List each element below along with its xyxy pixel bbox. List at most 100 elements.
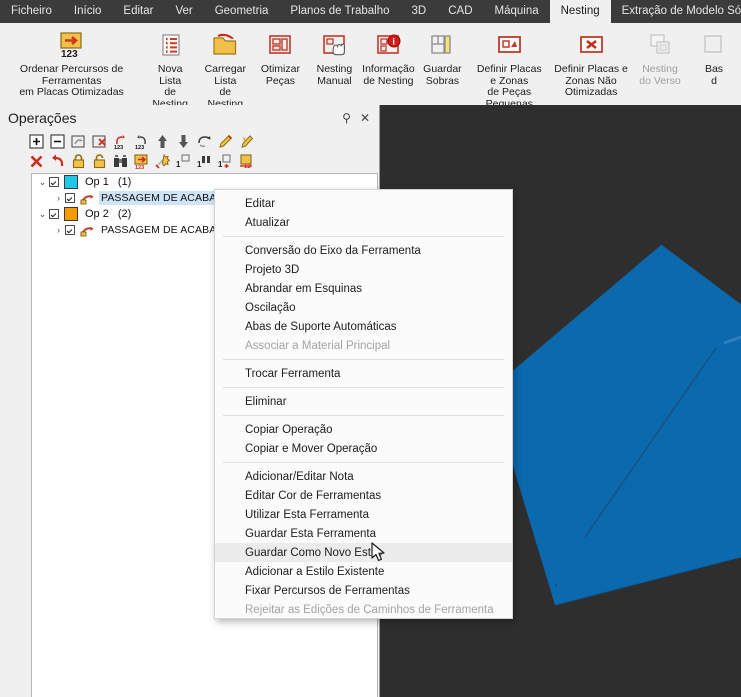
delete-red-x-icon[interactable] [27,152,46,171]
recalculate-icon[interactable] [195,132,214,151]
open-folder-icon [210,28,240,62]
operation-group-name: Op 1 [85,176,109,188]
move-down-icon[interactable] [174,132,193,151]
info-find-icon[interactable]: 1 [195,152,214,171]
renumber-123-icon[interactable]: 123 [132,152,151,171]
ribbon-button-nesting-info[interactable]: i Informação de Nesting [361,23,415,87]
search-binoculars-icon[interactable] [111,152,130,171]
svg-text:1: 1 [176,160,181,169]
svg-text:1: 1 [218,160,223,169]
tab-m-quina[interactable]: Máquina [484,0,550,23]
move-up-icon[interactable] [153,132,172,151]
operation-color-swatch[interactable] [64,175,78,189]
chevron-icon[interactable]: › [52,225,65,235]
info-add-icon[interactable]: 1 [216,152,235,171]
menu-item-adicionar-editar-nota[interactable]: Adicionar/Editar Nota [215,467,512,486]
lock-closed-icon[interactable] [69,152,88,171]
tab-nesting[interactable]: Nesting [549,0,611,23]
menu-separator [223,387,504,388]
menu-item-convers-o-do-eixo-da-ferramenta[interactable]: Conversão do Eixo da Ferramenta [215,241,512,260]
menu-item-editar-cor-de-ferramentas[interactable]: Editar Cor de Ferramentas [215,486,512,505]
svg-text:123: 123 [114,145,123,150]
chevron-icon[interactable]: ⌄ [36,177,49,188]
undo-icon[interactable] [48,152,67,171]
ribbon-button-truncated[interactable]: Bas d [687,23,741,87]
tree-group-row[interactable]: ⌄ Op 1 (1) [32,174,377,190]
mouse-cursor [371,542,387,564]
lock-open-icon[interactable] [90,152,109,171]
menu-item-copiar-e-mover-opera-o[interactable]: Copiar e Mover Operação [215,439,512,458]
tab-3d[interactable]: 3D [401,0,438,23]
operations-toolbar-row-2: 123 1 1 1 12 [24,151,379,171]
chevron-icon[interactable]: ⌄ [36,209,49,220]
svg-text:123: 123 [135,145,144,150]
info-1-icon[interactable]: 1 [174,152,193,171]
svg-text:123: 123 [135,165,144,170]
collapse-all-icon[interactable] [48,132,67,151]
tab-editar[interactable]: Editar [112,0,164,23]
row-checkbox[interactable] [49,177,59,187]
menu-item-utilizar-esta-ferramenta[interactable]: Utilizar Esta Ferramenta [215,505,512,524]
pin-icon[interactable]: ⚲ [342,112,351,124]
reorder-down-123-icon[interactable]: 123 [132,132,151,151]
row-checkbox[interactable] [65,193,75,203]
operations-panel-title: Operações [8,109,77,126]
menu-item-editar[interactable]: Editar [215,194,512,213]
ribbon-button-sort-toolpaths-123[interactable]: 123 Ordenar Percursos de Ferramentas em P… [0,23,143,99]
menu-separator [223,359,504,360]
menu-item-guardar-como-novo-estilo[interactable]: Guardar Como Novo Estilo [215,543,512,562]
tab-extra-o-de-modelo-s-lido[interactable]: Extração de Modelo Sólido [611,0,741,23]
menu-item-fixar-percursos-de-ferramentas[interactable]: Fixar Percursos de Ferramentas [215,581,512,600]
row-checkbox[interactable] [65,225,75,235]
menu-item-adicionar-a-estilo-existente[interactable]: Adicionar a Estilo Existente [215,562,512,581]
menu-item-eliminar[interactable]: Eliminar [215,392,512,411]
menu-separator [223,462,504,463]
ribbon-tab-bar: Ficheiro Início Editar Ver Geometria Planos d… [0,0,741,23]
menu-item-guardar-esta-ferramenta[interactable]: Guardar Esta Ferramenta [215,524,512,543]
tab-cad[interactable]: CAD [437,0,483,23]
svg-text:1: 1 [197,160,202,169]
svg-text:i: i [393,36,396,46]
ribbon-button-back-side-nesting: Nesting do Verso [633,23,687,87]
menu-item-trocar-ferramenta[interactable]: Trocar Ferramenta [215,364,512,383]
tab-geometria[interactable]: Geometria [204,0,280,23]
ribbon-button-save-offcuts[interactable]: Guardar Sobras [415,23,469,87]
ribbon-button-label: Carregar Lista de Nesting [204,63,246,106]
menu-item-copiar-opera-o[interactable]: Copiar Operação [215,420,512,439]
menu-item-projeto-3d[interactable]: Projeto 3D [215,260,512,279]
menu-item-abas-de-suporte-autom-ticas[interactable]: Abas de Suporte Automáticas [215,317,512,336]
tab-ficheiro[interactable]: Ficheiro [0,0,63,23]
ribbon-button-optimize-parts[interactable]: Otimizar Peças [253,23,307,87]
tab-planos-de-trabalho[interactable]: Planos de Trabalho [279,0,400,23]
close-icon[interactable]: ✕ [360,112,370,124]
info-12-icon[interactable]: 12 [237,152,256,171]
simulate-icon[interactable] [153,152,172,171]
ribbon-button-define-non-optimized[interactable]: Definir Placas e Zonas Não Otimizadas [549,23,633,99]
ribbon-button-define-sheets-small-parts[interactable]: Definir Placas e Zonas de Peças Pequenas… [469,23,549,105]
chevron-icon[interactable]: › [52,193,65,203]
render-toolpath-icon[interactable] [69,132,88,151]
ribbon-button-label: Nova Lista de Nesting [152,63,188,106]
ribbon-button-open-folder[interactable]: Carregar Lista de Nesting [197,23,253,106]
operation-context-menu[interactable]: Editar Atualizar Conversão do Eixo da Ferr… [214,189,513,619]
delete-toolpath-icon[interactable] [90,132,109,151]
menu-item-oscila-o[interactable]: Oscilação [215,298,512,317]
ribbon-button-label: Bas d [704,63,724,87]
apply-all-icon[interactable] [237,132,256,151]
sort-toolpaths-123-icon: 123 [57,28,87,62]
toolpath-icon [80,192,95,205]
tab-ver[interactable]: Ver [164,0,203,23]
new-list-icon [155,28,185,62]
expand-all-icon[interactable] [27,132,46,151]
ribbon-button-label: Otimizar Peças [260,63,300,87]
reorder-up-123-icon[interactable]: 123 [111,132,130,151]
row-checkbox[interactable] [49,209,59,219]
menu-item-atualizar[interactable]: Atualizar [215,213,512,232]
edit-pencil-icon[interactable] [216,132,235,151]
menu-item-abrandar-em-esquinas[interactable]: Abrandar em Esquinas [215,279,512,298]
operation-color-swatch[interactable] [64,207,78,221]
ribbon-button-new-list[interactable]: Nova Lista de Nesting [143,23,197,106]
menu-separator [223,236,504,237]
ribbon-button-manual-nesting-hand[interactable]: Nesting Manual [307,23,361,87]
tab-in-cio[interactable]: Início [63,0,113,23]
